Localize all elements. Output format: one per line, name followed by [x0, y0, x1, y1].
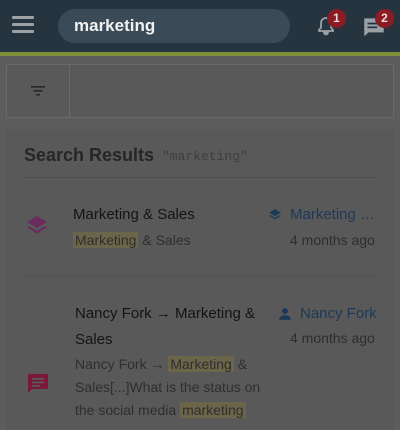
- snippet-text: Nancy Fork →: [75, 356, 169, 372]
- results-query: "marketing": [162, 149, 248, 164]
- notifications-button[interactable]: 1: [312, 9, 346, 41]
- results-title: Search Results: [24, 145, 155, 165]
- result-link-label: Nancy Fork: [300, 305, 377, 322]
- result-snippet: Marketing & Sales: [73, 229, 191, 252]
- snippet-text: &: [233, 356, 248, 372]
- top-bar: 1 2: [0, 0, 400, 52]
- filter-button[interactable]: [7, 65, 70, 117]
- result-title-line: Sales: [75, 331, 113, 348]
- result-link-label: Marketing …: [290, 206, 376, 223]
- menu-icon[interactable]: [12, 14, 36, 34]
- divider: [24, 276, 376, 277]
- result-snippet-line: the social media marketing: [75, 399, 246, 422]
- search-results-panel: Search Results "marketing" Marketing & S…: [6, 130, 394, 430]
- notifications-badge: 1: [327, 9, 346, 28]
- result-snippet-line: Sales[...]What is the status on: [75, 379, 261, 395]
- person-icon: [279, 308, 291, 320]
- messages-badge: 2: [375, 9, 394, 28]
- result-time: 4 months ago: [290, 330, 375, 346]
- messages-button[interactable]: 2: [361, 9, 394, 41]
- snippet-highlight: marketing: [180, 402, 246, 418]
- filter-bar: [6, 64, 394, 118]
- header-accent-line: [0, 52, 400, 56]
- result-snippet-line: Nancy Fork → Marketing &: [75, 353, 247, 376]
- result-title-line: Nancy Fork → Marketing &: [75, 305, 256, 322]
- snippet-text: the social media: [75, 402, 181, 418]
- filter-icon: [31, 86, 45, 96]
- layers-icon: [27, 216, 47, 234]
- snippet-text: & Sales: [138, 232, 191, 248]
- message-icon: [28, 374, 48, 393]
- search-input[interactable]: [58, 9, 290, 43]
- result-time: 4 months ago: [290, 232, 375, 248]
- snippet-highlight: Marketing: [73, 232, 139, 248]
- layers-icon: [269, 209, 281, 220]
- divider: [24, 177, 376, 178]
- snippet-highlight: Marketing: [168, 356, 234, 372]
- result-title: Marketing & Sales: [73, 206, 195, 223]
